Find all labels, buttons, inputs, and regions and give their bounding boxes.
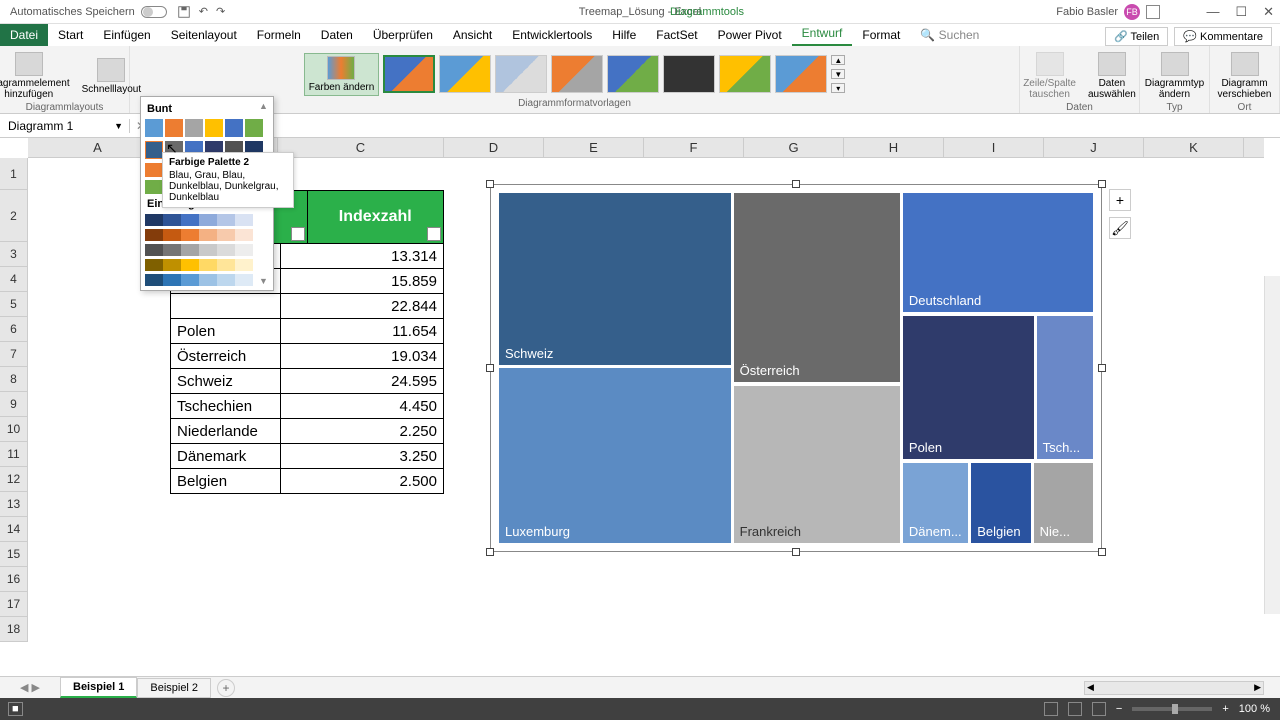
tab-developer[interactable]: Entwicklertools: [502, 24, 602, 46]
tab-formulas[interactable]: Formeln: [247, 24, 311, 46]
group-loc-label: Ort: [1238, 102, 1252, 113]
color-swatch[interactable]: [185, 119, 203, 137]
page-layout-view-icon[interactable]: [1068, 702, 1082, 716]
user-name: Fabio Basler: [1056, 6, 1118, 18]
change-colors-button[interactable]: Farben ändern: [304, 53, 380, 96]
table-header-index: Indexzahl: [339, 208, 412, 226]
tab-layout[interactable]: Seitenlayout: [161, 24, 247, 46]
tab-view[interactable]: Ansicht: [443, 24, 502, 46]
undo-icon[interactable]: ↶: [199, 5, 208, 19]
color-swatch-hover[interactable]: [145, 141, 163, 159]
search-tab[interactable]: 🔍 Suchen: [910, 24, 989, 46]
mono-gold[interactable]: [145, 259, 253, 271]
close-button[interactable]: ✕: [1263, 4, 1274, 20]
row-headers[interactable]: 1 2 3 4 5 6 7 8 9 10 11 12 13 14 15 16 1…: [0, 158, 28, 642]
comments-button[interactable]: 💬 Kommentare: [1174, 27, 1272, 46]
tile-luxemburg[interactable]: Luxemburg: [499, 368, 731, 543]
record-macro-icon[interactable]: ■: [8, 702, 23, 716]
sheet-nav[interactable]: ◀ ▶: [0, 681, 60, 694]
move-chart-icon: [1231, 52, 1259, 76]
chart-elements-button[interactable]: +: [1109, 189, 1131, 211]
tile-polen[interactable]: Polen: [903, 316, 1034, 460]
group-data-label: Daten: [1066, 102, 1093, 113]
filter-button-b[interactable]: ▾: [427, 227, 441, 241]
color-swatch[interactable]: [145, 119, 163, 137]
tile-schweiz[interactable]: Schweiz: [499, 193, 731, 365]
maximize-button[interactable]: ☐: [1235, 4, 1247, 20]
treemap-chart[interactable]: + 🖌 Schweiz Luxemburg Österreich Frankre…: [490, 184, 1102, 552]
mono-blue[interactable]: [145, 214, 253, 226]
tile-niederlande[interactable]: Nie...: [1034, 463, 1093, 544]
ribbon-display-options-icon[interactable]: [1146, 5, 1160, 19]
autosave-label: Automatisches Speichern: [10, 6, 135, 18]
colors-icon: [327, 56, 355, 80]
tab-format[interactable]: Format: [852, 24, 910, 46]
color-swatch[interactable]: [145, 180, 163, 194]
tile-frankreich[interactable]: Frankreich: [734, 386, 900, 544]
chart-type-icon: [1161, 52, 1189, 76]
color-swatch[interactable]: [165, 119, 183, 137]
tab-start[interactable]: Start: [48, 24, 93, 46]
sheet-tab-2[interactable]: Beispiel 2: [137, 678, 211, 698]
mono-lightblue[interactable]: [145, 274, 253, 286]
group-type-label: Typ: [1166, 102, 1182, 113]
zoom-level[interactable]: 100 %: [1239, 703, 1270, 715]
name-box[interactable]: Diagramm 1▼: [0, 119, 130, 133]
chart-styles-button[interactable]: 🖌: [1109, 217, 1131, 239]
tab-help[interactable]: Hilfe: [602, 24, 646, 46]
color-swatch[interactable]: [145, 163, 163, 177]
redo-icon[interactable]: ↷: [216, 5, 225, 19]
tab-data[interactable]: Daten: [311, 24, 363, 46]
page-break-view-icon[interactable]: [1092, 702, 1106, 716]
select-data-icon: [1098, 52, 1126, 76]
color-swatch[interactable]: [205, 119, 223, 137]
user-avatar[interactable]: FB: [1124, 4, 1140, 20]
zoom-in-button[interactable]: +: [1222, 703, 1228, 715]
change-chart-type-button[interactable]: Diagrammtyp ändern: [1141, 50, 1208, 102]
tab-review[interactable]: Überprüfen: [363, 24, 443, 46]
tile-deutschland[interactable]: Deutschland: [903, 193, 1093, 312]
filter-button-a[interactable]: ▾: [291, 227, 305, 241]
normal-view-icon[interactable]: [1044, 702, 1058, 716]
autosave-toggle[interactable]: [141, 6, 167, 18]
switch-icon: [1036, 52, 1064, 76]
dropdown-scroll-up[interactable]: ▲: [259, 101, 271, 111]
share-button[interactable]: 🔗 Teilen: [1105, 27, 1168, 46]
tab-insert[interactable]: Einfügen: [93, 24, 160, 46]
diagram-tools-label: Diagrammtools: [670, 6, 744, 18]
tab-powerpivot[interactable]: Power Pivot: [708, 24, 792, 46]
add-sheet-button[interactable]: +: [217, 679, 235, 697]
tab-factset[interactable]: FactSet: [646, 24, 707, 46]
chart-styles-gallery[interactable]: ▲ ▼ ▾: [383, 55, 845, 93]
section-bunt: Bunt: [147, 103, 269, 115]
zoom-out-button[interactable]: −: [1116, 703, 1122, 715]
select-data-button[interactable]: Daten auswählen: [1084, 50, 1140, 102]
sheet-tab-1[interactable]: Beispiel 1: [60, 677, 137, 698]
quick-layout-icon: [97, 58, 125, 82]
tile-oesterreich[interactable]: Österreich: [734, 193, 900, 382]
move-chart-button[interactable]: Diagramm verschieben: [1214, 50, 1276, 102]
zoom-slider[interactable]: [1132, 707, 1212, 711]
mono-gray[interactable]: [145, 244, 253, 256]
tab-file[interactable]: Datei: [0, 24, 48, 46]
group-layouts-label: Diagrammlayouts: [26, 102, 104, 113]
add-chart-element-button[interactable]: Diagrammelement hinzufügen: [0, 50, 74, 102]
add-element-icon: [15, 52, 43, 76]
tile-daenemark[interactable]: Dänem...: [903, 463, 968, 544]
switch-row-col-button[interactable]: Zeile/Spalte tauschen: [1019, 50, 1080, 102]
tile-tschechien[interactable]: Tsch...: [1037, 316, 1093, 460]
color-swatch[interactable]: [225, 119, 243, 137]
vertical-scrollbar[interactable]: [1264, 276, 1280, 614]
horizontal-scrollbar[interactable]: ◀ ▶: [1084, 681, 1264, 695]
palette-tooltip: Farbige Palette 2 Blau, Grau, Blau, Dunk…: [162, 152, 294, 208]
dropdown-scroll-down[interactable]: ▼: [259, 276, 271, 286]
tile-belgien[interactable]: Belgien: [971, 463, 1030, 544]
status-ready: ■: [0, 703, 23, 715]
group-styles-label: Diagrammformatvorlagen: [518, 98, 631, 109]
tab-design[interactable]: Entwurf: [792, 22, 853, 46]
minimize-button[interactable]: —: [1206, 4, 1219, 20]
mono-orange[interactable]: [145, 229, 253, 241]
save-icon[interactable]: [177, 5, 191, 19]
